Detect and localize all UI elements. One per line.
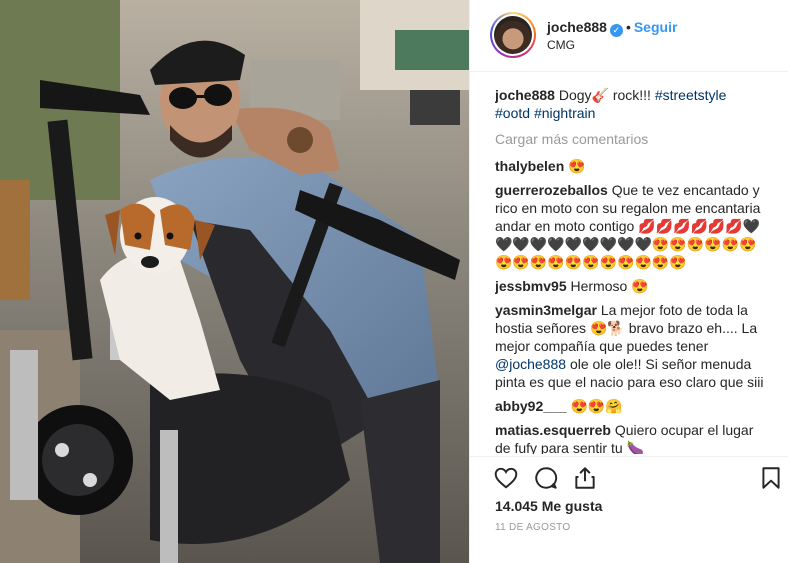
post-location[interactable]: CMG xyxy=(547,38,575,52)
verified-badge-icon: ✓ xyxy=(609,24,623,37)
caption-username[interactable]: joche888 xyxy=(495,87,555,103)
comment-item: matias.esquerreb Quiero ocupar el lugar … xyxy=(495,421,765,454)
author-line: joche888 ✓ • Seguir xyxy=(547,19,677,37)
post-side-panel: joche888 ✓ • Seguir CMG joche888 Dogy🎸 rock… xyxy=(469,0,788,563)
author-username[interactable]: joche888 xyxy=(547,19,607,35)
heart-icon[interactable] xyxy=(493,465,519,491)
comment-item: thalybelen 😍 xyxy=(495,157,765,175)
separator-dot: • xyxy=(625,19,631,35)
hashtag-link[interactable]: #nightrain xyxy=(534,105,596,121)
post-photo[interactable] xyxy=(0,0,469,563)
comment-item: guerrerozeballos Que te vez encantado y … xyxy=(495,181,765,271)
comment-text: 😍 xyxy=(568,158,586,174)
comment-item: jessbmv95 Hermoso 😍 xyxy=(495,277,765,295)
post-caption: joche888 Dogy🎸 rock!!! #streetstyle #oot… xyxy=(495,86,765,122)
hashtag-link[interactable]: #ootd xyxy=(495,105,530,121)
comments-list[interactable]: joche888 Dogy🎸 rock!!! #streetstyle #oot… xyxy=(495,86,765,454)
comment-username[interactable]: abby92___ xyxy=(495,398,567,414)
comment-username[interactable]: thalybelen xyxy=(495,158,564,174)
follow-button[interactable]: Seguir xyxy=(634,19,678,35)
hashtag-link[interactable]: #streetstyle xyxy=(655,87,727,103)
author-avatar[interactable] xyxy=(490,12,536,58)
comment-username[interactable]: matias.esquerreb xyxy=(495,422,611,438)
post-date[interactable]: 11 DE AGOSTO xyxy=(495,522,570,533)
comment-username[interactable]: jessbmv95 xyxy=(495,278,567,294)
likes-count[interactable]: 14.045 Me gusta xyxy=(495,498,602,514)
caption-text: Dogy🎸 rock!!! xyxy=(558,87,651,103)
photo-man-dog-motorcycle xyxy=(0,0,469,563)
comment-item: abby92___ 😍😍🤗 xyxy=(495,397,765,415)
comment-username[interactable]: yasmin3melgar xyxy=(495,302,597,318)
mention-link[interactable]: @joche888 xyxy=(495,356,566,372)
comment-text: Hermoso 😍 xyxy=(570,278,649,294)
load-more-comments-button[interactable]: Cargar más comentarios xyxy=(495,130,765,148)
comment-username[interactable]: guerrerozeballos xyxy=(495,182,608,198)
share-icon[interactable] xyxy=(572,465,598,491)
comment-text: 😍😍🤗 xyxy=(570,398,623,414)
bookmark-icon[interactable] xyxy=(758,465,784,491)
comment-icon[interactable] xyxy=(533,465,559,491)
action-bar xyxy=(470,456,788,496)
comment-item: yasmin3melgar La mejor foto de toda la h… xyxy=(495,301,765,391)
post-header: joche888 ✓ • Seguir CMG xyxy=(470,0,788,72)
